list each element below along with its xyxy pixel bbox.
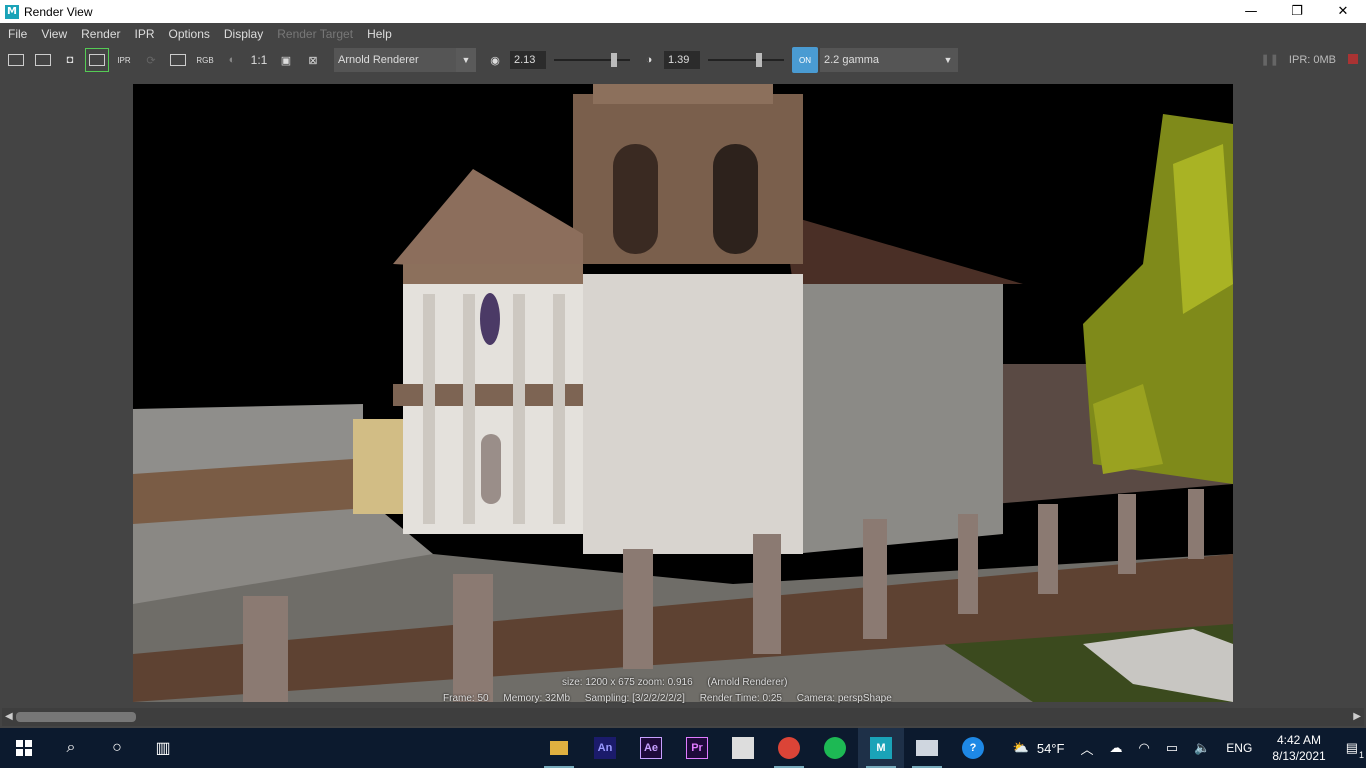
exposure-icon[interactable]: ◉ bbox=[484, 49, 506, 71]
refresh-ipr-icon: ⟳ bbox=[146, 54, 156, 67]
notification-icon[interactable]: ▤ 1 bbox=[1346, 740, 1364, 760]
language-indicator[interactable]: ENG bbox=[1226, 741, 1252, 755]
exposure-field[interactable]: 2.13 bbox=[510, 51, 546, 69]
view-transform-value: 2.2 gamma bbox=[824, 54, 880, 66]
menu-help[interactable]: Help bbox=[361, 27, 398, 41]
onedrive-icon[interactable]: ☁ bbox=[1109, 740, 1122, 756]
color-management-toggle[interactable]: ON bbox=[792, 47, 818, 73]
animate-icon[interactable]: An bbox=[582, 728, 628, 768]
battery-icon[interactable]: ▭ bbox=[1166, 740, 1178, 756]
windows-taskbar: ⌕ ○ ▥ An Ae Pr M ? ⛅ 54°F ︿ ☁ ◠ ▭ 🔈 ENG … bbox=[0, 728, 1366, 768]
menu-view[interactable]: View bbox=[35, 27, 73, 41]
chevron-down-icon: ▼ bbox=[456, 48, 476, 72]
menu-file[interactable]: File bbox=[2, 27, 33, 41]
menu-ipr[interactable]: IPR bbox=[129, 27, 161, 41]
system-tray: ⛅ 54°F ︿ ☁ ◠ ▭ 🔈 ENG 4:42 AM 8/13/2021 ▤… bbox=[1005, 728, 1366, 768]
renderer-dropdown[interactable]: Arnold Renderer ▼ bbox=[334, 48, 476, 72]
pause-icon[interactable]: ❚❚ bbox=[1260, 53, 1278, 66]
render-sampling: Sampling: [3/2/2/2/2/2] bbox=[584, 693, 685, 704]
menu-bar: File View Render IPR Options Display Ren… bbox=[0, 23, 1366, 45]
render-info-size: size: 1200 x 675 zoom: 0.916 (Arnold Ren… bbox=[562, 677, 799, 688]
render-settings-icon[interactable] bbox=[167, 49, 189, 71]
scroll-left-icon[interactable]: ◀ bbox=[5, 711, 13, 722]
weather-temp[interactable]: 54°F bbox=[1037, 741, 1065, 756]
chevron-down-icon: ▼ bbox=[943, 55, 953, 65]
church-render bbox=[133, 84, 1233, 702]
gamma-field[interactable]: 1.39 bbox=[664, 51, 700, 69]
alpha-channel-icon[interactable]: ◐ bbox=[221, 49, 243, 71]
menu-options[interactable]: Options bbox=[163, 27, 216, 41]
render-info-stats: Frame: 50 Memory: 32Mb Sampling: [3/2/2/… bbox=[443, 693, 904, 704]
gamma-icon[interactable]: ◑ bbox=[638, 49, 660, 71]
render-camera: Camera: perspShape bbox=[796, 693, 892, 704]
ipr-render-icon[interactable] bbox=[85, 48, 109, 72]
horizontal-scrollbar[interactable]: ◀ ▶ bbox=[2, 708, 1364, 726]
window-title: Render View bbox=[24, 4, 93, 19]
notification-count: 1 bbox=[1358, 750, 1364, 760]
ipr-status: ❚❚ IPR: 0MB bbox=[1260, 53, 1336, 67]
task-view-icon[interactable]: ▥ bbox=[140, 728, 186, 768]
snapshot-icon[interactable]: ◘ bbox=[59, 49, 81, 71]
restore-button[interactable]: ❐ bbox=[1274, 0, 1320, 23]
remove-image-icon[interactable]: ⊠ bbox=[302, 49, 324, 71]
cortana-icon[interactable]: ○ bbox=[94, 728, 140, 768]
real-size-icon[interactable]: 1:1 bbox=[248, 49, 270, 71]
maya-icon[interactable]: M bbox=[858, 728, 904, 768]
weather-icon[interactable]: ⛅ bbox=[1013, 740, 1029, 756]
start-button[interactable] bbox=[0, 728, 48, 768]
menu-display[interactable]: Display bbox=[218, 27, 269, 41]
rendered-image bbox=[133, 84, 1233, 702]
scrollbar-thumb[interactable] bbox=[16, 712, 136, 722]
menu-render[interactable]: Render bbox=[75, 27, 126, 41]
exposure-slider-thumb[interactable] bbox=[611, 53, 618, 67]
render-time: Render Time: 0:25 bbox=[699, 693, 782, 704]
minimize-button[interactable]: — bbox=[1228, 0, 1274, 23]
renderer-value: Arnold Renderer bbox=[338, 54, 419, 66]
wifi-icon[interactable]: ◠ bbox=[1138, 740, 1149, 756]
stop-icon[interactable] bbox=[1348, 54, 1358, 64]
render-frame: Frame: 50 bbox=[443, 693, 489, 704]
exposure-slider[interactable] bbox=[554, 51, 630, 69]
premiere-icon[interactable]: Pr bbox=[674, 728, 720, 768]
ipr-icon[interactable]: IPR bbox=[113, 49, 135, 71]
file-explorer-icon[interactable] bbox=[536, 728, 582, 768]
title-bar: M Render View — ❐ ✕ bbox=[0, 0, 1366, 23]
gamma-slider-thumb[interactable] bbox=[755, 53, 762, 67]
keep-image-icon[interactable]: ▣ bbox=[275, 49, 297, 71]
render-viewport[interactable]: size: 1200 x 675 zoom: 0.916 (Arnold Ren… bbox=[2, 76, 1364, 708]
redo-render-icon[interactable] bbox=[5, 49, 27, 71]
ipr-memory: IPR: 0MB bbox=[1288, 53, 1336, 66]
windows-icon bbox=[16, 740, 32, 756]
scroll-right-icon[interactable]: ▶ bbox=[1353, 711, 1361, 722]
close-button[interactable]: ✕ bbox=[1320, 0, 1366, 23]
after-effects-icon[interactable]: Ae bbox=[628, 728, 674, 768]
chrome-icon[interactable] bbox=[766, 728, 812, 768]
chevron-up-icon[interactable]: ︿ bbox=[1080, 739, 1093, 758]
volume-icon[interactable]: 🔈 bbox=[1194, 740, 1210, 756]
render-size: size: 1200 x 675 zoom: 0.916 bbox=[562, 677, 693, 688]
search-icon[interactable]: ⌕ bbox=[48, 728, 94, 768]
anime-app-icon[interactable] bbox=[720, 728, 766, 768]
screen-app-icon[interactable] bbox=[904, 728, 950, 768]
render-renderer-tag: (Arnold Renderer) bbox=[707, 677, 788, 688]
clock[interactable]: 4:42 AM 8/13/2021 bbox=[1272, 732, 1325, 764]
menu-render-target: Render Target bbox=[277, 27, 354, 41]
rgb-channel-icon[interactable]: RGB bbox=[194, 49, 216, 71]
clock-time: 4:42 AM bbox=[1276, 733, 1322, 747]
spotify-icon[interactable] bbox=[812, 728, 858, 768]
help-icon[interactable]: ? bbox=[950, 728, 996, 768]
render-region-icon[interactable] bbox=[32, 49, 54, 71]
gamma-slider[interactable] bbox=[708, 51, 784, 69]
maya-app-icon: M bbox=[5, 4, 19, 19]
view-transform-dropdown[interactable]: 2.2 gamma ▼ bbox=[820, 48, 958, 72]
render-memory: Memory: 32Mb bbox=[503, 693, 571, 704]
render-toolbar: ◘ IPR ⟳ RGB ◐ 1:1 ▣ ⊠ Arnold Renderer ▼ … bbox=[0, 45, 1366, 75]
clock-date: 8/13/2021 bbox=[1272, 749, 1326, 763]
